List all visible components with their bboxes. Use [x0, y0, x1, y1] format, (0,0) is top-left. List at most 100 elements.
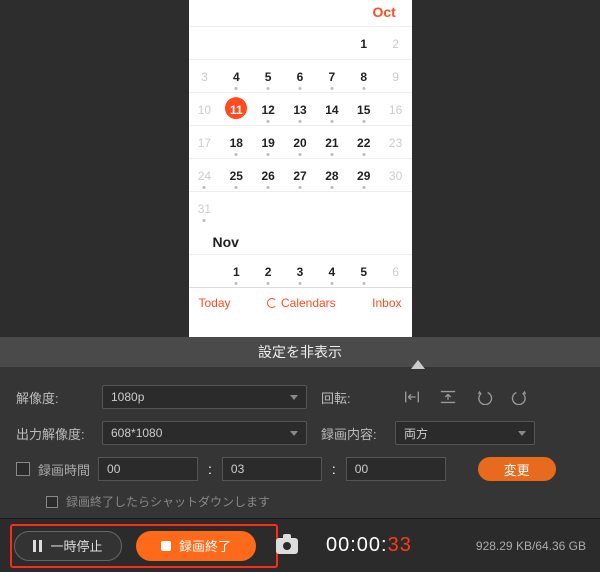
calendar-cell[interactable]: 3 [284, 255, 316, 287]
calendar-cell[interactable]: 21 [316, 126, 348, 158]
calendar-cell[interactable]: 17 [189, 126, 221, 158]
calendar-cell [252, 192, 284, 224]
today-link[interactable]: Today [199, 296, 231, 310]
settings-toggle-label: 設定を非表示 [258, 342, 342, 362]
calendar-row: 1 2 3 4 5 6 [189, 254, 412, 287]
phone-footer: Today Calendars Inbox [189, 287, 412, 318]
change-button[interactable]: 変更 [478, 457, 556, 481]
phone-screen: Oct 1 2 3 4 5 6 7 8 9 10 11 12 13 14 15 … [189, 0, 412, 337]
calendar-cell[interactable]: 30 [380, 159, 412, 191]
calendar-cell[interactable]: 3 [189, 60, 221, 92]
calendar-cell[interactable]: 19 [252, 126, 284, 158]
flip-vertical-icon[interactable] [439, 389, 457, 405]
pause-icon [33, 540, 42, 552]
calendar-cell[interactable]: 2 [252, 255, 284, 287]
calendar-cell[interactable]: 4 [316, 255, 348, 287]
calendar-cell [252, 27, 284, 59]
chevron-down-icon [290, 431, 298, 436]
calendar-row: 3 4 5 6 7 8 9 [189, 59, 412, 92]
calendar-cell[interactable]: 23 [380, 126, 412, 158]
calendar-cell[interactable]: 25 [220, 159, 252, 191]
pause-button[interactable]: 一時停止 [14, 531, 122, 561]
calendar-cell[interactable]: 15 [348, 93, 380, 125]
calendar-cell[interactable]: 13 [284, 93, 316, 125]
calendar-cell[interactable]: 4 [220, 60, 252, 92]
calendar-cell-selected[interactable]: 11 [220, 93, 252, 125]
calendar-row: 17 18 19 20 21 22 23 [189, 125, 412, 158]
filesize-status: 928.29 KB/64.36 GB [476, 539, 586, 553]
chevron-up-icon [411, 344, 425, 360]
calendar-cell[interactable]: 10 [189, 93, 221, 125]
calendar-row: 1 2 [189, 26, 412, 59]
record-content-value: 両方 [404, 425, 428, 442]
calendar-cell [316, 192, 348, 224]
month-label-nov: Nov [189, 224, 412, 254]
calendar-cell[interactable]: 22 [348, 126, 380, 158]
month-label-oct: Oct [189, 0, 412, 26]
calendar-cell[interactable]: 1 [348, 27, 380, 59]
calendar-cell[interactable]: 8 [348, 60, 380, 92]
stop-button[interactable]: 録画終了 [136, 531, 256, 561]
resolution-label: 解像度: [16, 388, 88, 407]
calendar-cell[interactable]: 26 [252, 159, 284, 191]
rotation-icons [403, 389, 529, 405]
calendar-cell [189, 27, 221, 59]
calendar-cell[interactable]: 6 [284, 60, 316, 92]
colon: : [330, 461, 338, 477]
calendar-cell[interactable]: 5 [348, 255, 380, 287]
output-resolution-label: 出力解像度: [16, 424, 88, 443]
settings-toggle-bar[interactable]: 設定を非表示 [0, 337, 600, 367]
minutes-input[interactable]: 03 [222, 457, 322, 481]
calendar-cell[interactable]: 9 [380, 60, 412, 92]
calendars-link[interactable]: Calendars [267, 296, 336, 310]
calendar-row: 10 11 12 13 14 15 16 [189, 92, 412, 125]
calendar-cell[interactable]: 1 [220, 255, 252, 287]
calendar-cell[interactable]: 14 [316, 93, 348, 125]
rotate-right-icon[interactable] [511, 389, 529, 405]
calendar-cell[interactable]: 27 [284, 159, 316, 191]
output-resolution-select[interactable]: 608*1080 [102, 421, 307, 445]
flip-horizontal-icon[interactable] [403, 389, 421, 405]
calendar-cell[interactable]: 31 [189, 192, 221, 224]
resolution-value: 1080p [111, 390, 144, 404]
calendar-cell[interactable]: 20 [284, 126, 316, 158]
calendar-cell[interactable]: 7 [316, 60, 348, 92]
bottom-control-bar: 一時停止 録画終了 00:00:33 928.29 KB/64.36 GB [0, 518, 600, 572]
screenshot-icon[interactable] [276, 538, 298, 554]
shutdown-checkbox[interactable] [46, 496, 58, 508]
calendar-cell [380, 192, 412, 224]
calendars-label: Calendars [281, 296, 336, 310]
chevron-down-icon [518, 431, 526, 436]
record-time-label: 録画時間 [38, 460, 90, 479]
calendar-cell[interactable]: 6 [380, 255, 412, 287]
stop-icon [161, 541, 171, 551]
rotate-left-icon[interactable] [475, 389, 493, 405]
recording-timer: 00:00:33 [326, 534, 412, 557]
record-time-checkbox[interactable] [16, 462, 30, 476]
resolution-select[interactable]: 1080p [102, 385, 307, 409]
calendar-cell[interactable]: 12 [252, 93, 284, 125]
calendar-cell[interactable]: 28 [316, 159, 348, 191]
refresh-icon [267, 298, 277, 308]
calendar-row: 31 [189, 191, 412, 224]
calendar-cell [284, 27, 316, 59]
calendar-cell[interactable]: 5 [252, 60, 284, 92]
calendar-cell [220, 192, 252, 224]
output-resolution-value: 608*1080 [111, 426, 162, 440]
calendar-cell[interactable]: 16 [380, 93, 412, 125]
hours-input[interactable]: 00 [98, 457, 198, 481]
inbox-link[interactable]: Inbox [372, 296, 401, 310]
calendar-cell[interactable]: 29 [348, 159, 380, 191]
preview-area: Oct 1 2 3 4 5 6 7 8 9 10 11 12 13 14 15 … [0, 0, 600, 337]
record-content-select[interactable]: 両方 [395, 421, 535, 445]
calendar-cell [316, 27, 348, 59]
chevron-down-icon [290, 395, 298, 400]
calendar-cell[interactable]: 24 [189, 159, 221, 191]
pause-label: 一時停止 [50, 536, 102, 555]
calendar-cell [220, 27, 252, 59]
calendar-cell[interactable]: 18 [220, 126, 252, 158]
calendar-cell[interactable]: 2 [380, 27, 412, 59]
calendar-cell [348, 192, 380, 224]
seconds-input[interactable]: 00 [346, 457, 446, 481]
calendar-cell [284, 192, 316, 224]
